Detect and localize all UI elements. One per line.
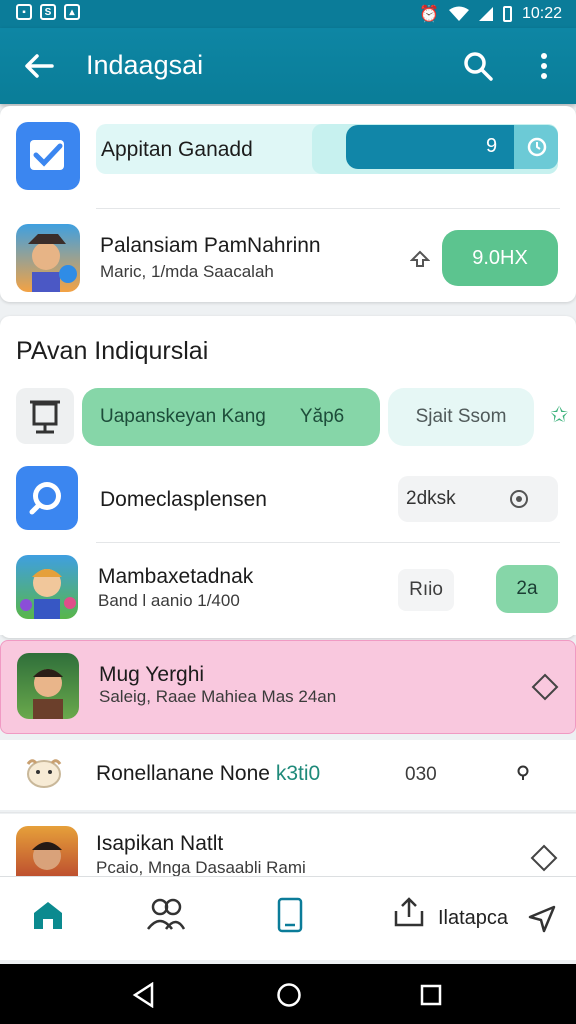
top-card: 9 Appitan Ganadd Palansiam PamNahrinn Ma… (0, 106, 576, 302)
timer-icon (527, 137, 547, 157)
battery-icon (502, 6, 512, 22)
row-title: Mambaxetadnak (98, 565, 254, 588)
filter-bar: Uapanskeyan Kang Yăp6 Sjait Ssom ✩ (0, 386, 576, 448)
search-icon[interactable] (462, 50, 494, 82)
accent-text: k3ti0 (275, 762, 321, 785)
page-title: Indaagsai (86, 50, 204, 80)
pin-icon[interactable] (516, 764, 530, 784)
share-icon[interactable] (410, 250, 430, 268)
row-title: Domeclasplensen (100, 488, 267, 511)
people-icon[interactable] (146, 897, 186, 931)
home-icon[interactable] (30, 897, 66, 933)
arrow-left-icon[interactable] (22, 50, 56, 82)
progress-value: 9 (486, 135, 498, 157)
alarm-icon: ⏰ (419, 6, 439, 23)
share-label[interactable]: Ilatapca (438, 907, 508, 930)
chip-value: Yăp6 (299, 406, 345, 427)
row-subtitle: Pcaio, Mnga Dasaabli Rami (96, 858, 306, 876)
app-icon (16, 826, 78, 876)
list-item[interactable]: Isapikan Natlt Pcaio, Mnga Dasaabli Rami (0, 814, 576, 876)
row-subtitle: Band l aanio 1/400 (98, 591, 240, 610)
diamond-icon[interactable] (531, 673, 559, 701)
system-nav-bar (0, 964, 576, 1024)
filter-button[interactable] (16, 388, 74, 444)
list-item[interactable]: 9 Appitan Ganadd (0, 106, 576, 208)
row-subtitle: Maric, 1/mda Saacalah (100, 262, 274, 281)
more-vert-icon[interactable] (532, 48, 556, 84)
tag-pill[interactable]: Rıio (398, 569, 454, 611)
recents-square-icon[interactable] (420, 984, 442, 1006)
image-icon: ▴ (64, 4, 80, 20)
action-button[interactable]: 2a (496, 565, 558, 613)
home-circle-icon[interactable] (276, 982, 302, 1008)
row-title: Mug Yerghi (99, 663, 205, 686)
target-icon (510, 490, 528, 508)
tag-label: 2dksk (406, 488, 456, 509)
row-title: Palansiam PamNahrinn (100, 234, 321, 257)
app-icon (16, 224, 80, 292)
search-badge-icon (16, 466, 78, 530)
action-button[interactable]: 9.0HX (442, 230, 558, 286)
list-item[interactable]: Ronellanane None k3ti0 030 (0, 740, 576, 810)
notification-icon: ▪ (16, 4, 32, 20)
list-item[interactable]: Palansiam PamNahrinn Maric, 1/mda Saacal… (0, 210, 576, 302)
app-icon (16, 122, 80, 190)
chip-active[interactable]: Uapanskeyan Kang Yăp6 (82, 388, 380, 446)
signal-icon (478, 7, 493, 21)
chip-label: Uapanskeyan Kang (100, 406, 266, 427)
status-bar: ▪ S ▴ ⏰ 10:22 (0, 0, 576, 28)
upload-icon[interactable] (392, 895, 426, 929)
row-value: 030 (405, 764, 437, 785)
list-item[interactable]: Mug Yerghi Saleig, Raae Mahiea Mas 24an (0, 640, 576, 734)
tag-pill[interactable]: 2dksk (398, 476, 558, 522)
app-bar: Indaagsai (0, 28, 576, 104)
list-item[interactable]: Mambaxetadnak Band l aanio 1/400 Rıio 2a (0, 543, 576, 635)
sheep-icon (26, 759, 62, 788)
section-title: PAvan Indiqurslai (16, 337, 209, 365)
row-subtitle: Saleig, Raae Mahiea Mas 24an (99, 687, 337, 706)
row-title: Appitan Ganadd (101, 138, 253, 161)
send-icon[interactable] (528, 905, 556, 933)
sync-icon: S (40, 4, 56, 20)
app-icon (17, 653, 79, 719)
star-icon[interactable]: ✩ (550, 402, 568, 428)
bottom-nav: Ilatapca (0, 876, 576, 960)
wifi-icon (448, 6, 469, 21)
diamond-icon[interactable] (530, 844, 558, 872)
row-title: Isapikan Natlt (96, 832, 224, 855)
clock: 10:22 (521, 5, 562, 22)
list-item[interactable]: Domeclasplensen 2dksk (0, 456, 576, 542)
chip-inactive[interactable]: Sjait Ssom (388, 388, 534, 446)
app-icon (16, 555, 78, 619)
row-title: Ronellanane None k3ti0 (96, 762, 321, 785)
frame-icon (30, 400, 60, 434)
tablet-icon[interactable] (276, 897, 304, 933)
back-triangle-icon[interactable] (132, 982, 156, 1008)
